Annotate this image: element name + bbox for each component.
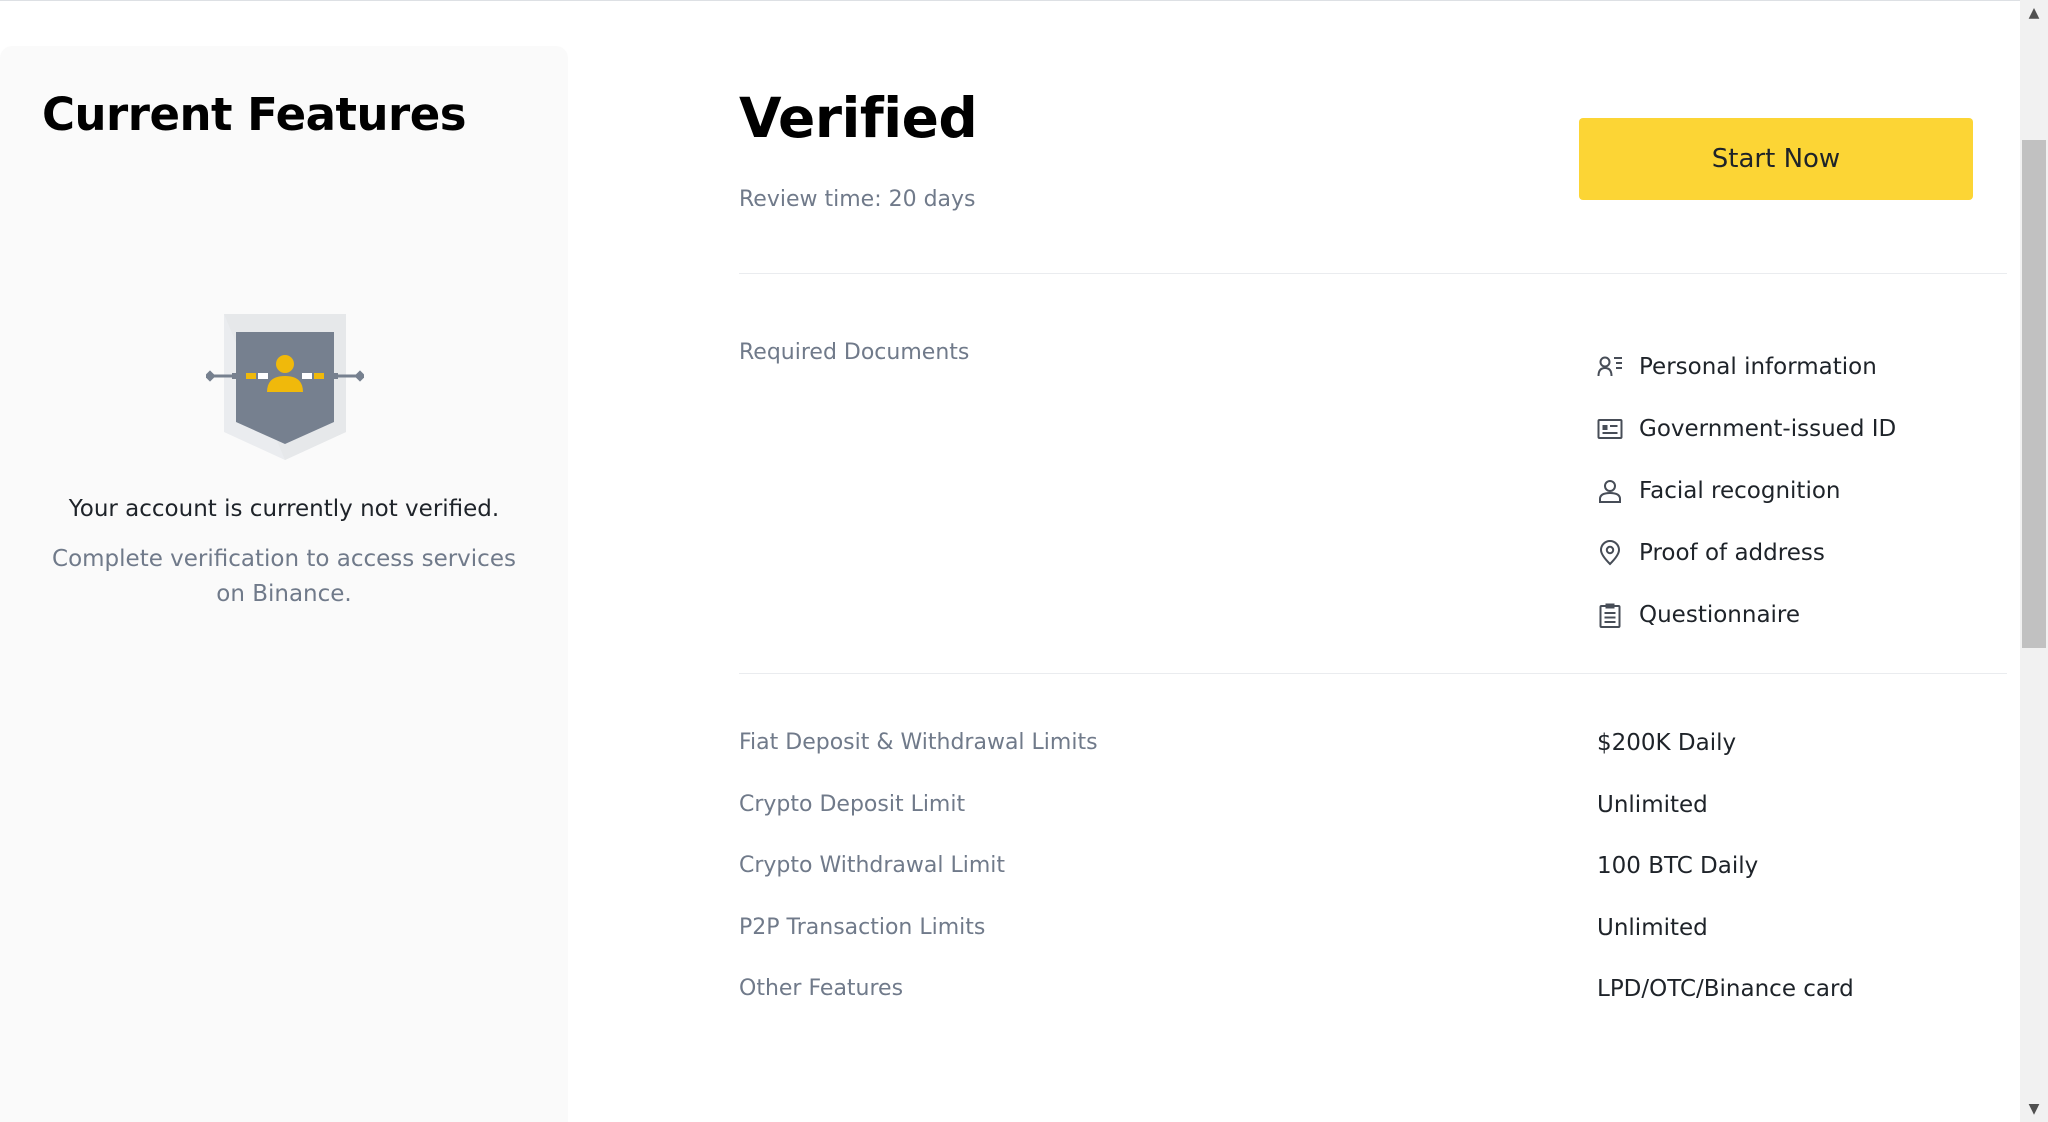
location-pin-icon [1597,540,1623,566]
scroll-up-arrow-icon[interactable]: ▲ [2026,6,2042,20]
limit-row: Other Features LPD/OTC/Binance card [739,962,2007,1024]
verification-page: Current Features Your account is current… [0,0,2048,1122]
id-card-icon [1597,416,1623,442]
doc-label: Government-issued ID [1639,416,1897,442]
limit-label: Fiat Deposit & Withdrawal Limits [739,730,1098,755]
list-item: Personal information [1597,336,1896,398]
list-item: Proof of address [1597,522,1896,584]
limits-list: Fiat Deposit & Withdrawal Limits $200K D… [739,716,2007,1024]
limit-label: Crypto Deposit Limit [739,791,966,817]
clipboard-icon [1597,602,1623,628]
limit-value: $200K Daily [1597,730,1737,756]
limit-row: P2P Transaction Limits Unlimited [739,901,2007,963]
scroll-down-arrow-icon[interactable]: ▼ [2026,1102,2042,1116]
list-item: Government-issued ID [1597,398,1896,460]
limit-row: Crypto Withdrawal Limit 100 BTC Daily [739,839,2007,901]
doc-label: Facial recognition [1639,478,1841,504]
limit-label: Crypto Withdrawal Limit [739,853,1006,878]
verification-status-title: Your account is currently not verified. [68,496,500,522]
limit-row: Fiat Deposit & Withdrawal Limits $200K D… [739,716,2007,778]
list-item: Facial recognition [1597,460,1896,522]
unverified-shield-icon [204,312,366,462]
section-divider [739,673,2007,674]
limit-value: LPD/OTC/Binance card [1597,976,1854,1002]
top-divider [0,0,2020,1]
start-now-button[interactable]: Start Now [1579,118,1973,200]
review-time: Review time: 20 days [739,187,976,212]
limit-label: Other Features [739,976,904,1001]
required-documents-label: Required Documents [739,340,970,365]
verification-status-description: Complete verification to access services… [52,546,516,607]
personal-info-icon [1597,354,1623,380]
tier-title: Verified [739,86,978,150]
limit-label: P2P Transaction Limits [739,914,986,940]
limit-value: Unlimited [1597,914,1708,941]
limit-value: Unlimited [1597,791,1708,818]
section-divider [739,273,2007,274]
doc-label: Personal information [1639,354,1877,380]
face-icon [1597,478,1623,504]
doc-label: Questionnaire [1639,602,1801,628]
scrollbar-thumb[interactable] [2022,140,2046,648]
limit-row: Crypto Deposit Limit Unlimited [739,778,2007,840]
required-documents-list: Personal information Government-issued I… [1597,336,1896,646]
doc-label: Proof of address [1639,540,1825,566]
list-item: Questionnaire [1597,584,1896,646]
limit-value: 100 BTC Daily [1597,853,1759,879]
current-features-title: Current Features [42,88,467,141]
